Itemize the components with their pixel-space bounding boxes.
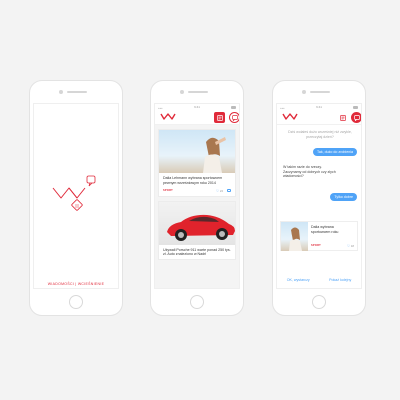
phone-feed: ●●● 9:41 Dalia Lehmann wybrana sportowce… [150, 80, 244, 316]
chat-icon[interactable] [351, 112, 361, 123]
feed-list: Dalia Lehmann wybrana sportowcem pewnym … [155, 125, 239, 288]
card-title: Dalia wybrana sportowcem roku [311, 225, 339, 234]
speaker [67, 91, 87, 93]
app-bar [277, 110, 361, 125]
news-card[interactable]: Dalia wybrana sportowcem roku SPORT ♡ 18 [280, 221, 358, 251]
camera [59, 90, 63, 94]
app-bar [155, 110, 239, 125]
card-title: Dalia Lehmann wybrana sportowcem pewnym … [163, 176, 223, 185]
user-reply[interactable]: Tak, dużo do zrobienia [313, 148, 357, 156]
ok-enough-button[interactable]: OK, wystarczy [287, 278, 310, 282]
like-count: 18 [350, 244, 354, 248]
news-icon[interactable] [337, 112, 348, 123]
card-meta: SPORT ♡ 18 [311, 244, 354, 248]
comment-icon[interactable] [227, 189, 231, 193]
status-time: 9:41 [316, 105, 322, 109]
splash-tagline: WIADOMOŚCI | WCIEŚNIENIE [47, 282, 105, 286]
chat-icon[interactable] [229, 112, 239, 123]
logo-mark-icon[interactable] [282, 113, 298, 121]
user-reply[interactable]: Tylko dobre [330, 193, 357, 201]
news-icon[interactable] [214, 112, 225, 123]
logo-mark-icon[interactable] [160, 113, 176, 121]
speaker [310, 91, 330, 93]
logo-mark-icon [51, 174, 103, 221]
card-title: Używali Porsche 911 warte ponad 250 tys.… [163, 247, 231, 257]
feed-card[interactable]: Dalia Lehmann wybrana sportowcem pewnym … [158, 129, 236, 197]
category-tag[interactable]: SPORT [311, 244, 321, 248]
card-meta: SPORT ♡ 24 [159, 188, 235, 196]
quick-actions: OK, wystarczy Pokaż kolejny [277, 278, 361, 282]
heart-icon[interactable]: ♡ [216, 189, 219, 193]
car-photo [159, 201, 235, 245]
home-button[interactable] [69, 295, 83, 309]
card-reactions: ♡ 18 [347, 244, 354, 248]
home-button[interactable] [190, 295, 204, 309]
home-button[interactable] [312, 295, 326, 309]
heart-icon[interactable]: ♡ [347, 244, 350, 248]
splash-screen: WIADOMOŚCI | WCIEŚNIENIE [33, 103, 119, 289]
feed-screen: ●●● 9:41 Dalia Lehmann wybrana sportowce… [154, 103, 240, 289]
battery-icon [231, 106, 236, 109]
phone-splash: WIADOMOŚCI | WCIEŚNIENIE [29, 80, 123, 316]
bot-message: W takim razie do rzeczy. Zaczynamy od do… [283, 165, 336, 179]
feed-card[interactable]: Używali Porsche 911 warte ponad 250 tys.… [158, 200, 236, 261]
bot-message: Dziś wolałeś dużo wcześniej niż zwykle, … [288, 130, 352, 139]
phone-chat: ●●● 9:41 Dziś wolałeś dużo wcześniej niż… [272, 80, 366, 316]
athlete-photo [159, 130, 235, 173]
news-card-body: Dalia wybrana sportowcem roku SPORT ♡ 18 [308, 222, 357, 250]
athlete-photo [281, 222, 308, 251]
chat-thread: Dziś wolałeś dużo wcześniej niż zwykle, … [277, 125, 361, 288]
like-count: 24 [219, 188, 223, 193]
camera [180, 90, 184, 94]
show-next-button[interactable]: Pokaż kolejny [329, 278, 351, 282]
category-tag[interactable]: SPORT [163, 189, 173, 192]
camera [302, 90, 306, 94]
status-time: 9:41 [194, 105, 200, 109]
chat-screen: ●●● 9:41 Dziś wolałeś dużo wcześniej niż… [276, 103, 362, 289]
speaker [188, 91, 208, 93]
battery-icon [353, 106, 358, 109]
card-reactions: ♡ 24 [216, 189, 231, 193]
